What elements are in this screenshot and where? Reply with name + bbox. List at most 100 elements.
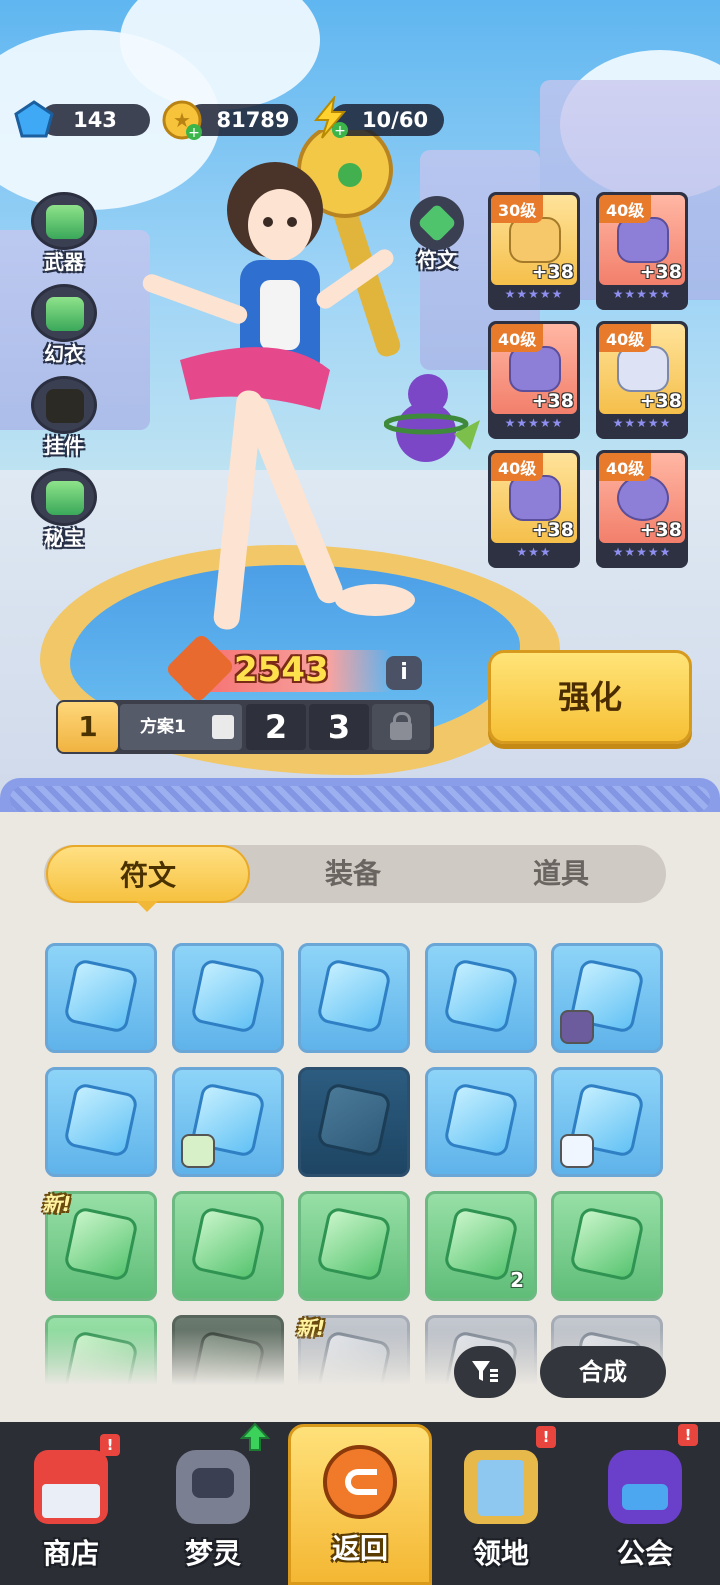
equipment-level: 40级 [491,453,544,481]
equipment-slot-pants[interactable]: 40级 +38 ★★★★★ [596,321,688,439]
rune-gem-icon [569,1206,645,1282]
synthesize-button[interactable]: 合成 [540,1346,666,1398]
inventory-slot[interactable]: 2 [425,1191,537,1301]
inventory-slot[interactable] [45,943,157,1053]
inventory-slot[interactable] [172,1191,284,1301]
gem-icon [14,100,54,138]
side-menu-label: 挂件 [44,434,84,458]
filter-button[interactable] [454,1346,516,1398]
item-count: 2 [510,1268,524,1292]
rune-gem-icon [190,1206,266,1282]
gold-count: 81789 [216,108,290,132]
rune-gem-icon [316,1206,392,1282]
rune-gem-icon [190,958,266,1034]
equipment-stars: ★★★★★ [504,287,564,301]
equipment-slot-bracer[interactable]: 40级 +38 ★★★★★ [488,321,580,439]
inventory-slot[interactable] [172,943,284,1053]
equipment-plus: +38 [531,390,574,412]
equipment-slot-accessory[interactable]: 40级 +38 ★★★★★ [596,450,688,568]
tab-rune[interactable]: 符文 [46,845,250,903]
inventory-slot[interactable] [172,1067,284,1177]
tab-equipment[interactable]: 装备 [252,845,454,903]
rune-icon [410,196,464,250]
nav-guild[interactable]: 公会 [580,1432,710,1582]
rune-button[interactable]: 符文 [406,196,468,272]
equipment-stars: ★★★★★ [612,416,672,430]
equipment-slot-shoes[interactable]: 40级 +38 ★★★ [488,450,580,568]
inventory-slot[interactable] [298,1191,410,1301]
rune-gem-icon [316,958,392,1034]
nav-back[interactable]: 返回 [288,1424,432,1585]
equipment-level: 40级 [491,324,544,352]
enhance-button[interactable]: 强化 [488,650,692,744]
equipment-level: 40级 [599,324,652,352]
side-menu-weapon[interactable]: 武器 [24,192,104,282]
equipment-stars: ★★★ [516,545,552,559]
side-menu-pendant[interactable]: 挂件 [24,376,104,466]
upgrade-arrow-icon [240,1422,270,1451]
inventory-slot[interactable] [425,1067,537,1177]
gold-coin-icon[interactable]: ★ + [160,98,204,142]
rune-gem-icon [63,1082,139,1158]
shoes-icon [509,475,561,521]
side-menu-treasure[interactable]: 秘宝 [24,468,104,558]
rune-gem-icon [443,958,519,1034]
tab-items[interactable]: 道具 [460,845,662,903]
equipment-slot-helmet[interactable]: 30级 +38 ★★★★★ [488,192,580,310]
rune-gem-icon [443,1082,519,1158]
outfit-icon [31,284,97,342]
inventory-slot[interactable] [551,943,663,1053]
equipment-level: 40级 [599,453,652,481]
shop-icon [34,1450,108,1524]
equipped-badge-icon [181,1134,215,1168]
rune-gem-icon [443,1206,519,1282]
inventory-slot[interactable] [551,1067,663,1177]
equipment-plus: +38 [531,261,574,283]
equipped-badge-icon [560,1010,594,1044]
plan-name-button[interactable]: 方案1 [120,704,242,750]
rune-gem-icon [63,958,139,1034]
energy-count: 10/60 [361,108,429,132]
orb-icon [617,475,669,521]
alert-badge: ! [100,1434,120,1456]
inventory-slot[interactable] [425,943,537,1053]
pants-icon [617,346,669,392]
equipment-plus: +38 [531,519,574,541]
power-value: 2543 [234,650,329,690]
plan-name-label: 方案1 [140,717,186,737]
nav-label: 领地 [472,1537,529,1570]
treasure-icon [31,468,97,526]
equipment-slot-armor[interactable]: 40级 +38 ★★★★★ [596,192,688,310]
side-menu-outfit[interactable]: 幻衣 [24,284,104,374]
inventory-slot[interactable] [298,943,410,1053]
bracer-icon [509,346,561,392]
info-button[interactable]: i [386,656,422,690]
portal-icon [464,1450,538,1524]
back-arrow-icon [323,1445,397,1519]
weapon-icon [31,192,97,250]
gourd-pet [384,374,480,462]
alert-badge: ! [678,1424,698,1446]
plan-tab-current[interactable]: 1 [58,702,118,752]
equipped-badge-icon [560,1134,594,1168]
plan-tab-2[interactable]: 2 [246,704,306,750]
nav-territory[interactable]: 领地 [436,1432,566,1582]
alert-badge: ! [536,1426,556,1448]
plan-tab-3[interactable]: 3 [309,704,369,750]
inventory-slot-selected[interactable] [298,1067,410,1177]
new-tag: 新! [42,1192,72,1216]
nav-label: 商店 [42,1537,99,1570]
inventory-slot[interactable] [45,1067,157,1177]
equipment-plus: +38 [639,261,682,283]
gem-counter: 143 [40,104,150,136]
equipment-plus: +38 [639,519,682,541]
equipment-level: 30级 [491,195,544,223]
nav-label: 梦灵 [184,1537,241,1570]
nav-dream-spirit[interactable]: 梦灵 [148,1432,278,1582]
lightning-icon[interactable]: + [308,96,352,140]
helmet-icon [509,217,561,263]
inventory-slot[interactable] [551,1191,663,1301]
lock-icon[interactable] [372,704,430,750]
equipment-stars: ★★★★★ [504,416,564,430]
pendant-icon [31,376,97,434]
